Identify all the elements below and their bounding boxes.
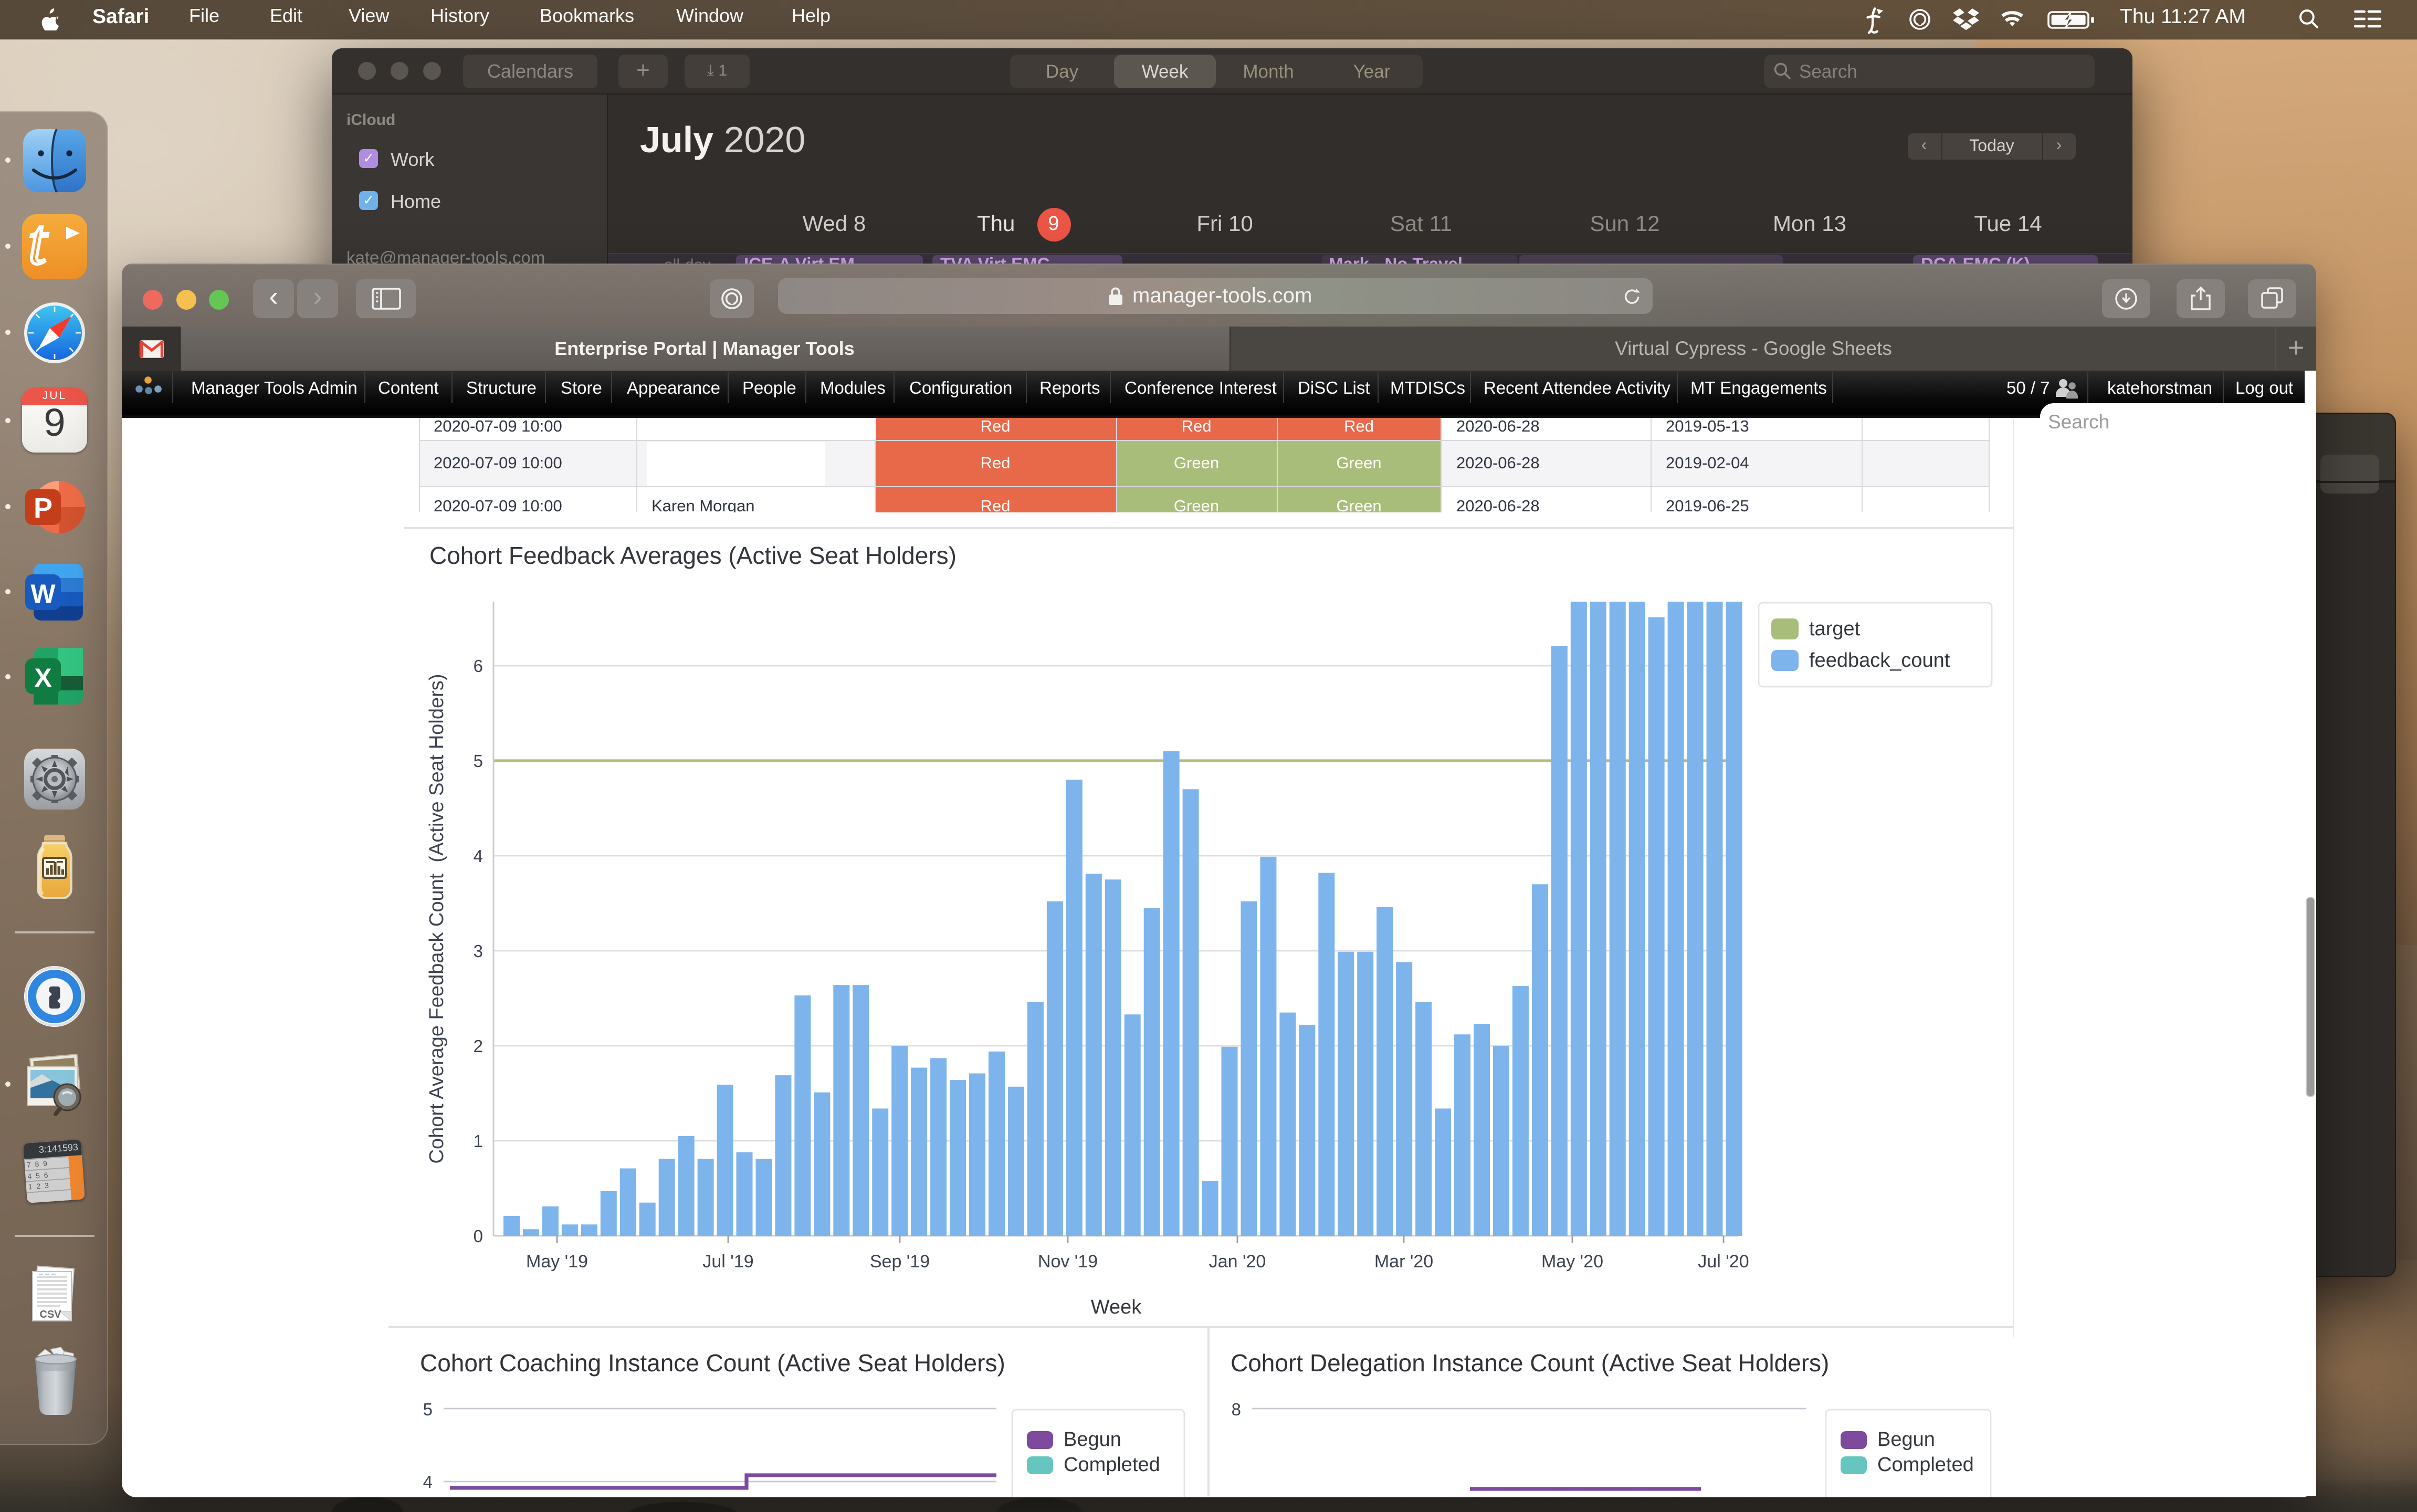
- svg-text:May '19: May '19: [526, 1252, 588, 1272]
- svg-text:Completed: Completed: [1064, 1454, 1160, 1476]
- svg-text:Week: Week: [1091, 1296, 1142, 1318]
- svg-text:Cohort Average Feedback Count: Cohort Average Feedback Count (Active Se…: [426, 674, 448, 1164]
- svg-text:Jan '20: Jan '20: [1209, 1252, 1266, 1272]
- svg-text:8: 8: [1232, 1400, 1241, 1419]
- svg-text:Begun: Begun: [1877, 1429, 1935, 1451]
- svg-text:X: X: [34, 663, 51, 692]
- svg-text:1: 1: [474, 1131, 483, 1151]
- svg-text:Begun: Begun: [1064, 1429, 1121, 1451]
- svg-text:Jul '19: Jul '19: [702, 1252, 753, 1272]
- svg-text:Completed: Completed: [1877, 1454, 1974, 1476]
- svg-text:4: 4: [474, 846, 483, 866]
- svg-text:5: 5: [474, 751, 483, 771]
- svg-text:P: P: [34, 492, 52, 523]
- svg-text:May '20: May '20: [1541, 1252, 1603, 1272]
- svg-text:W: W: [30, 579, 56, 608]
- svg-text:target: target: [1809, 618, 1861, 640]
- svg-text:0: 0: [474, 1226, 483, 1246]
- svg-text:Mar '20: Mar '20: [1374, 1252, 1433, 1272]
- svg-text:CSV: CSV: [39, 1308, 61, 1320]
- svg-text:5: 5: [423, 1400, 433, 1419]
- svg-text:Sep '19: Sep '19: [870, 1252, 930, 1272]
- svg-text:2: 2: [474, 1036, 483, 1056]
- svg-text:Jul '20: Jul '20: [1698, 1252, 1749, 1272]
- svg-text:4: 4: [423, 1472, 433, 1492]
- svg-text:Nov '19: Nov '19: [1038, 1252, 1098, 1272]
- svg-text:3: 3: [474, 941, 483, 961]
- svg-text:6: 6: [474, 656, 483, 676]
- svg-text:feedback_count: feedback_count: [1809, 649, 1950, 671]
